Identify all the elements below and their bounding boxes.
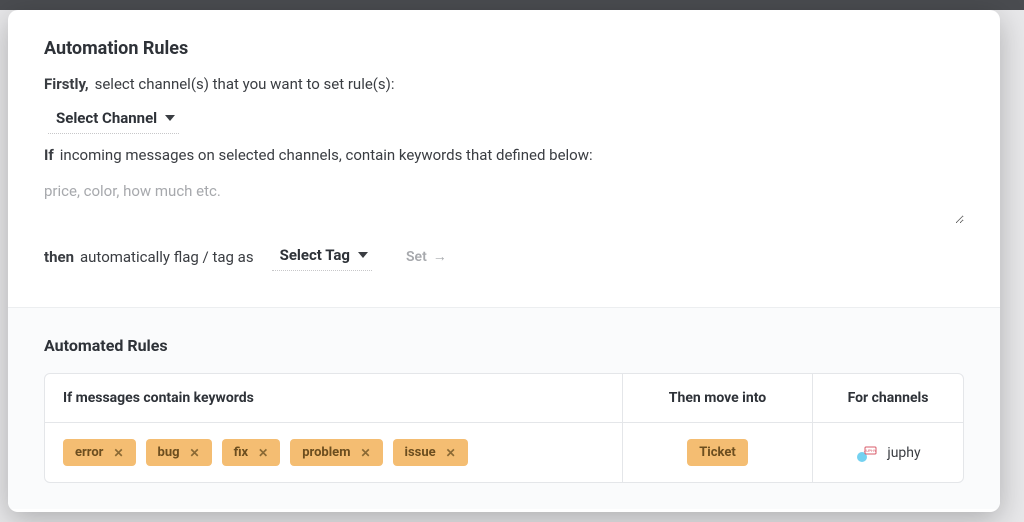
keyword-tag: error ✕ (63, 439, 136, 466)
then-label: then (44, 248, 74, 266)
select-tag-dropdown[interactable]: Select Tag (272, 242, 372, 271)
keyword-tag: problem ✕ (290, 439, 382, 466)
remove-tag-icon[interactable]: ✕ (258, 446, 268, 460)
keyword-tag-label: issue (405, 445, 436, 460)
rules-table-header: If messages contain keywords Then move i… (45, 374, 963, 423)
chevron-down-icon (358, 252, 368, 258)
select-channel-dropdown[interactable]: Select Channel (48, 105, 179, 134)
keyword-tag-label: fix (234, 445, 249, 460)
automation-rules-modal: Automation Rules Firstly, select channel… (8, 10, 1000, 512)
channel-select-row: Select Channel (44, 105, 964, 134)
select-channel-label: Select Channel (56, 109, 157, 127)
remove-tag-icon[interactable]: ✕ (190, 446, 200, 460)
channel-avatar-icon: JUPHY (855, 441, 879, 465)
svg-text:JUPHY: JUPHY (864, 448, 877, 453)
set-button-label: Set (406, 249, 427, 265)
remove-tag-icon[interactable]: ✕ (360, 446, 370, 460)
set-button[interactable]: Set → (396, 244, 457, 269)
then-text: automatically flag / tag as (80, 248, 254, 266)
table-row: error ✕ bug ✕ fix ✕ problem ✕ (45, 423, 963, 482)
instruction-firstly: Firstly, select channel(s) that you want… (44, 75, 964, 93)
keyword-tag-label: error (75, 445, 103, 460)
chevron-down-icon (165, 115, 175, 121)
keywords-input[interactable] (44, 176, 964, 224)
column-header-move: Then move into (623, 374, 813, 422)
select-tag-label: Select Tag (280, 246, 350, 264)
keyword-tag: bug ✕ (146, 439, 212, 466)
keyword-tag: issue ✕ (393, 439, 468, 466)
automated-rules-title: Automated Rules (44, 336, 964, 355)
rules-table: If messages contain keywords Then move i… (44, 373, 964, 483)
keyword-tag-label: bug (158, 445, 180, 460)
section-title: Automation Rules (44, 38, 964, 59)
then-row: then automatically flag / tag as Select … (44, 242, 964, 271)
remove-tag-icon[interactable]: ✕ (113, 446, 123, 460)
column-header-channels: For channels (813, 374, 963, 422)
firstly-label: Firstly, (44, 75, 89, 93)
rule-builder-section: Automation Rules Firstly, select channel… (8, 10, 1000, 307)
keywords-input-wrap (44, 176, 964, 228)
firstly-text: select channel(s) that you want to set r… (95, 75, 395, 93)
cell-keywords: error ✕ bug ✕ fix ✕ problem ✕ (45, 423, 623, 482)
remove-tag-icon[interactable]: ✕ (446, 446, 456, 460)
background-topbar (0, 0, 1024, 10)
column-header-keywords: If messages contain keywords (45, 374, 623, 422)
channel-name: juphy (887, 445, 920, 461)
instruction-if: If incoming messages on selected channel… (44, 146, 964, 164)
automated-rules-section: Automated Rules If messages contain keyw… (8, 307, 1000, 509)
keyword-tag: fix ✕ (222, 439, 281, 466)
move-into-badge: Ticket (687, 439, 748, 466)
cell-move-into: Ticket (623, 423, 813, 482)
cell-channels: JUPHY juphy (813, 423, 963, 482)
keyword-tag-label: problem (302, 445, 350, 460)
if-text: incoming messages on selected channels, … (60, 146, 593, 164)
arrow-right-icon: → (433, 248, 447, 265)
if-label: If (44, 146, 54, 164)
